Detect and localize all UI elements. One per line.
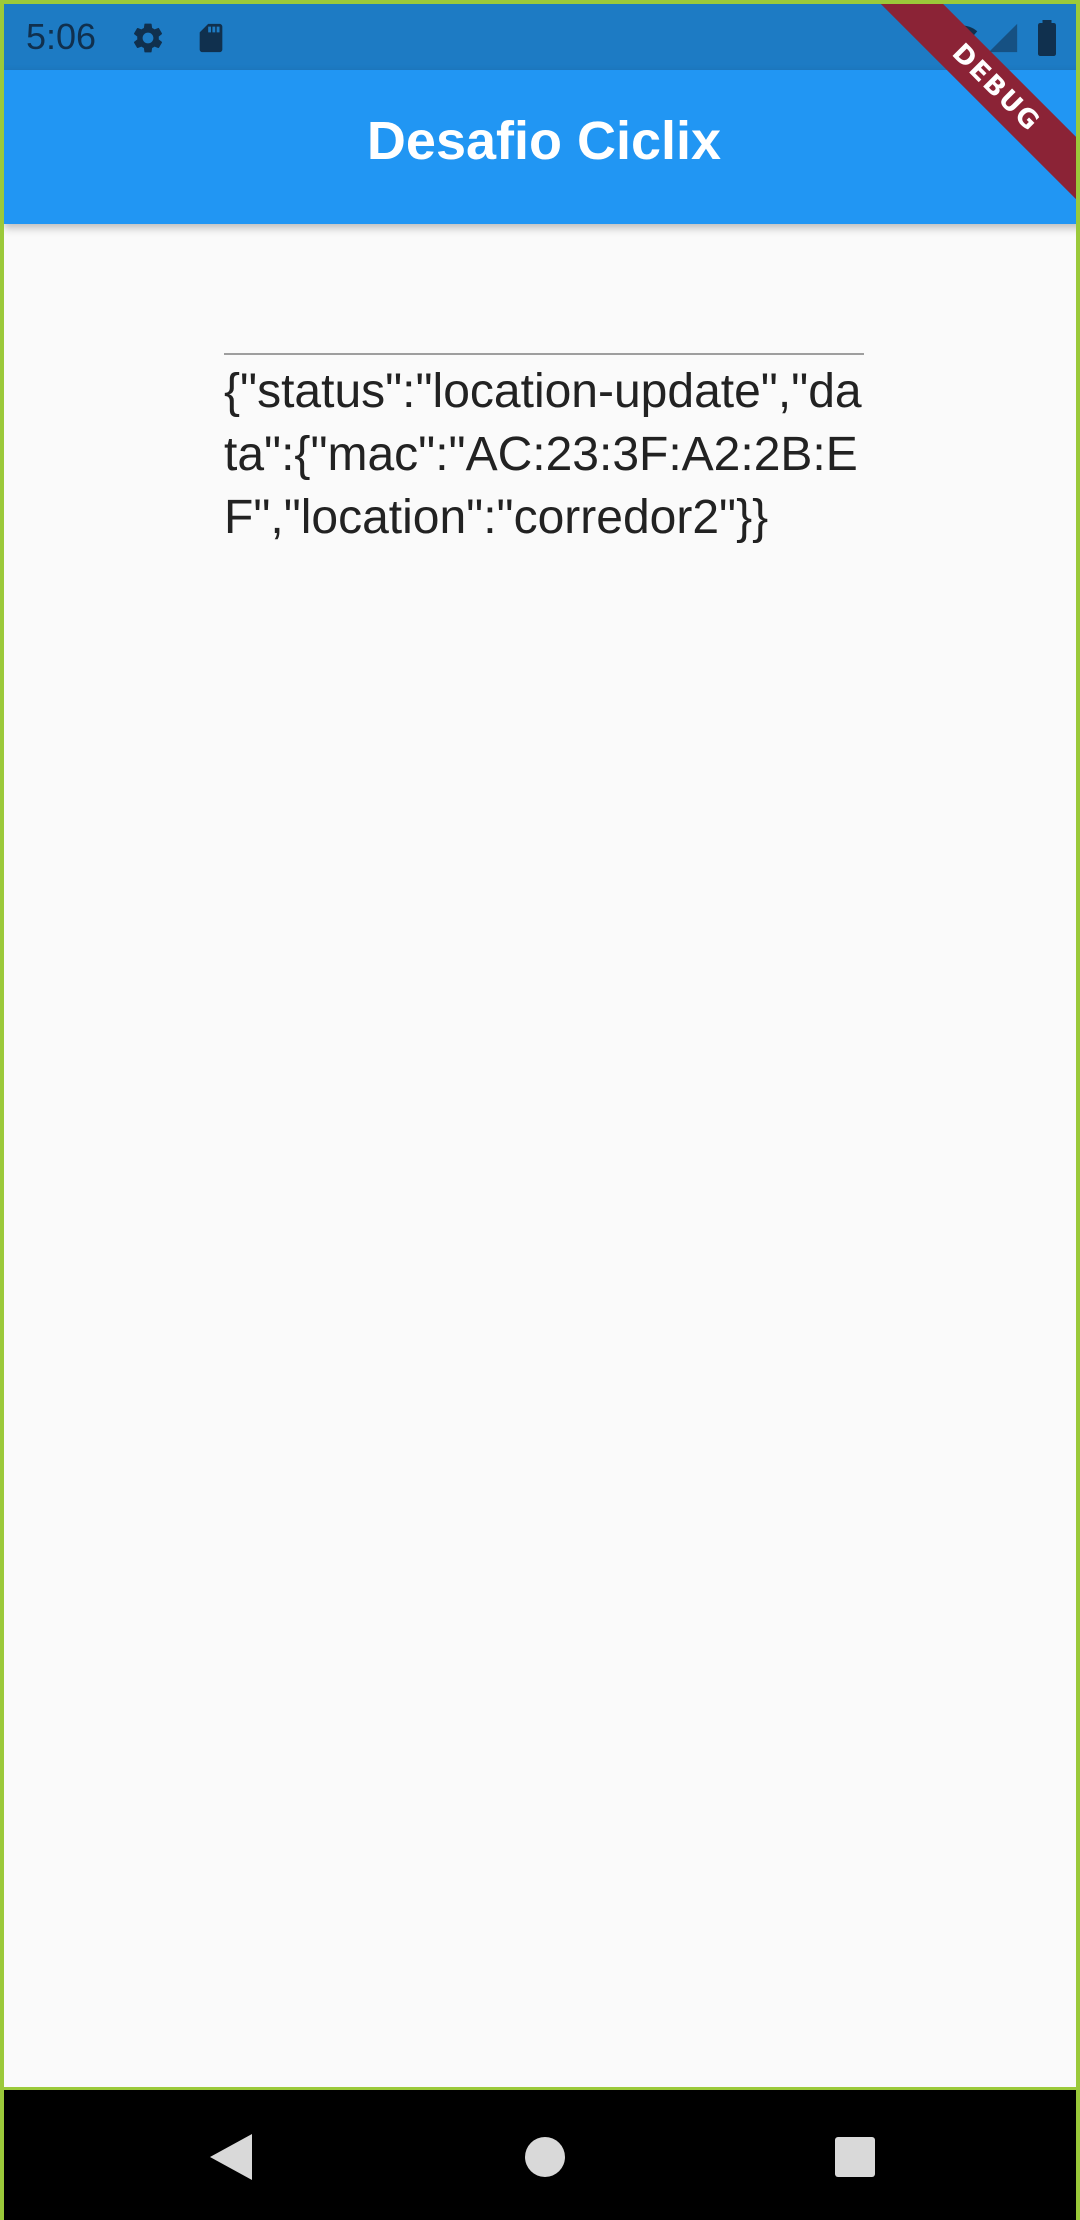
sd-card-icon bbox=[194, 20, 228, 61]
status-time: 5:06 bbox=[26, 16, 97, 57]
recents-icon[interactable] bbox=[832, 2132, 878, 2187]
app-bar: Desafio Ciclix bbox=[4, 70, 1076, 224]
app-title: Desafio Ciclix bbox=[366, 111, 722, 171]
navigation-bar bbox=[4, 2090, 1076, 2220]
location-message: {"status":"location-update","data":{"mac… bbox=[224, 365, 862, 544]
back-icon[interactable] bbox=[208, 2132, 254, 2187]
home-icon[interactable] bbox=[522, 2132, 568, 2187]
battery-icon bbox=[1036, 20, 1058, 61]
main-content: {"status":"location-update","data":{"mac… bbox=[4, 224, 1076, 2090]
gear-icon bbox=[130, 20, 166, 61]
text-field-underline bbox=[224, 353, 864, 355]
app-screen: 5:06 Desafio Ciclix DEBUG {"status":"loc… bbox=[0, 0, 1080, 2220]
